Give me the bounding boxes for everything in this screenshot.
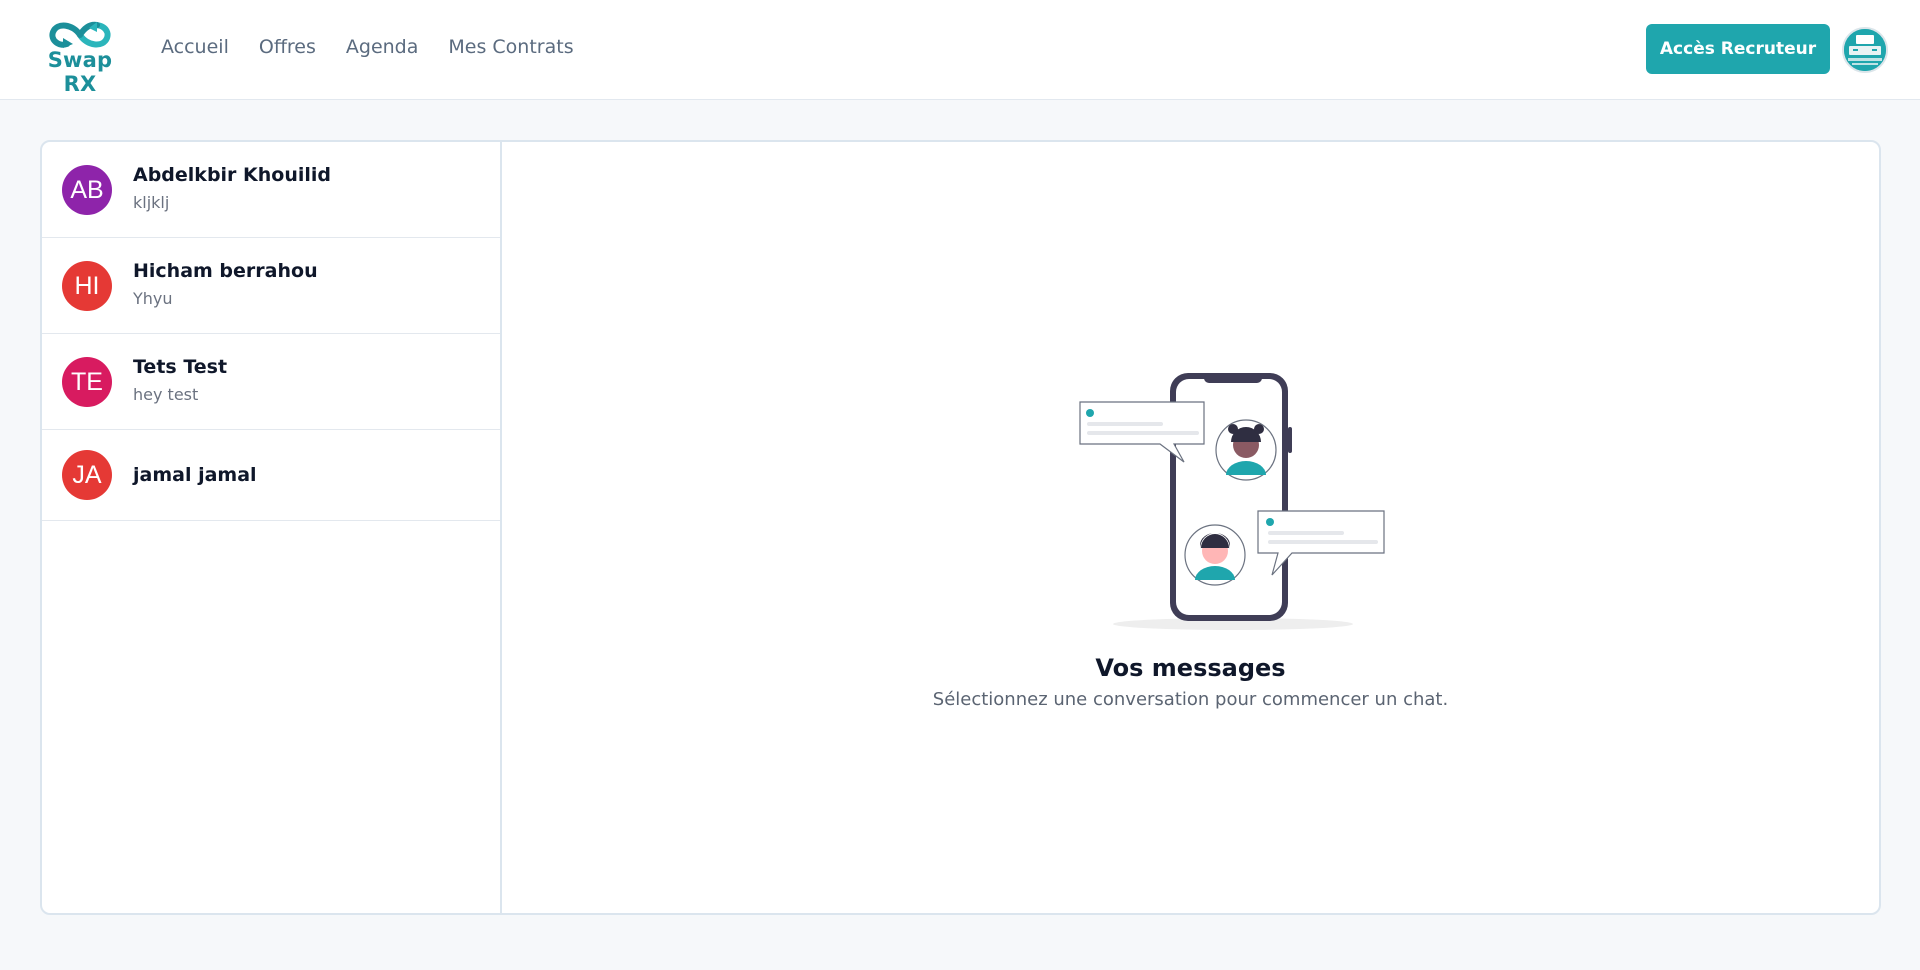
conversation-name: Tets Test (133, 356, 228, 378)
conversation-avatar: HI (62, 261, 112, 311)
user-avatar-icon (1844, 29, 1886, 71)
conversation-name: Abdelkbir Khouilid (133, 164, 332, 186)
conversation-item[interactable]: JA jamal jamal (42, 430, 500, 521)
infinity-swap-logo-icon (49, 21, 111, 48)
conversation-preview: kljklj (133, 193, 170, 212)
conversation-item[interactable]: AB Abdelkbir Khouilid kljklj (42, 142, 500, 238)
conversation-name: Hicham berrahou (133, 260, 318, 282)
empty-state-subtitle: Sélectionnez une conversation pour comme… (932, 689, 1449, 710)
top-navbar: Swap RX Accueil Offres Agenda Mes Contra… (0, 0, 1920, 100)
logo-text: Swap RX (47, 48, 113, 96)
empty-state-title: Vos messages (1095, 654, 1286, 682)
conversation-item[interactable]: TE Tets Test hey test (42, 334, 500, 430)
chat-pane-empty-state: Vos messages Sélectionnez une conversati… (502, 142, 1879, 913)
conversation-avatar: AB (62, 165, 112, 215)
acces-recruteur-button[interactable]: Accès Recruteur (1646, 24, 1830, 74)
conversation-name: jamal jamal (133, 464, 257, 486)
conversation-preview: Yhyu (133, 289, 173, 308)
nav-offres[interactable]: Offres (259, 36, 316, 58)
swap-rx-logo[interactable]: Swap RX (30, 20, 130, 96)
conversation-preview: hey test (133, 385, 199, 404)
conversation-item[interactable]: HI Hicham berrahou Yhyu (42, 238, 500, 334)
conversation-list: AB Abdelkbir Khouilid kljklj HI Hicham b… (42, 142, 502, 913)
messages-card: AB Abdelkbir Khouilid kljklj HI Hicham b… (40, 140, 1881, 915)
nav-agenda[interactable]: Agenda (346, 36, 419, 58)
conversation-avatar: JA (62, 450, 112, 500)
user-avatar[interactable] (1842, 27, 1888, 73)
main-nav: Accueil Offres Agenda Mes Contrats (161, 36, 604, 58)
conversation-avatar: TE (62, 357, 112, 407)
phone-chat-illustration-icon (1079, 373, 1385, 630)
nav-mes-contrats[interactable]: Mes Contrats (448, 36, 573, 58)
nav-accueil[interactable]: Accueil (161, 36, 229, 58)
